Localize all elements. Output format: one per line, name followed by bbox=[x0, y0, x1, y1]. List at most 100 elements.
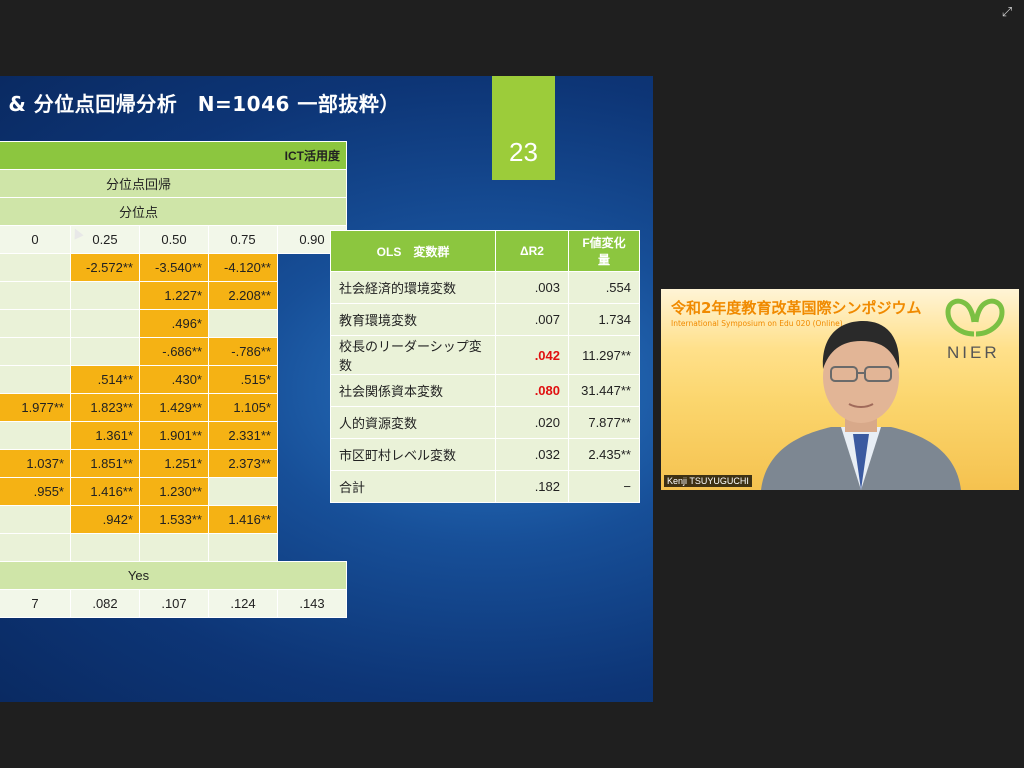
r2-cell: .107 bbox=[139, 589, 209, 618]
table-cell bbox=[70, 309, 140, 338]
table-row: 840**1.977**1.823**1.429**1.105* bbox=[0, 393, 347, 422]
ols-variable-label: 社会関係資本変数 bbox=[330, 374, 496, 407]
table-cell bbox=[70, 337, 140, 366]
table-row: 教育環境変数 .007 1.734 bbox=[330, 303, 640, 336]
table-cell: 2.373** bbox=[208, 449, 278, 478]
page-number: 23 bbox=[492, 76, 555, 180]
table-cell bbox=[0, 281, 71, 310]
ols-variable-label: 社会経済的環境変数 bbox=[330, 271, 496, 304]
table-cell: 1.901** bbox=[139, 421, 209, 450]
shared-slide: S & 分位点回帰分析 N=1046 一部抜粋） 23 ICT活用度 分位点回帰… bbox=[0, 76, 653, 702]
ols-f-value: 31.447** bbox=[568, 374, 640, 407]
ols-f-value: 11.297** bbox=[568, 335, 640, 375]
r2-cell: .124 bbox=[208, 589, 278, 618]
table-row: 合計 .182− bbox=[330, 470, 640, 503]
ols-dr2-value: .042 bbox=[495, 335, 569, 375]
table-cell: 1.977** bbox=[0, 393, 71, 422]
ols-f-value: − bbox=[568, 470, 640, 503]
ols-dr2-value: .182 bbox=[495, 470, 569, 503]
r2-cell: .143 bbox=[277, 589, 347, 618]
participant-name: Kenji TSUYUGUCHI bbox=[664, 475, 752, 487]
table-cell: 1.533** bbox=[139, 505, 209, 534]
quantile-regression-table: ICT活用度 分位点回帰 分位点 0 0.25 0.50 0.75 0.90 -… bbox=[0, 141, 347, 618]
table-cell bbox=[70, 533, 140, 562]
table-cell: .430* bbox=[139, 365, 209, 394]
r2-cell: 7 bbox=[0, 589, 71, 618]
table-cell: 1.429** bbox=[139, 393, 209, 422]
ols-dr2-value: .020 bbox=[495, 406, 569, 439]
ols-f-value: 2.435** bbox=[568, 438, 640, 471]
table-cell: -.786** bbox=[208, 337, 278, 366]
table-row: 社会経済的環境変数 .003.554 bbox=[330, 271, 640, 304]
table-cell: 1.251* bbox=[139, 449, 209, 478]
table-cell: .955* bbox=[0, 477, 71, 506]
table-cell: .496* bbox=[139, 309, 209, 338]
table-cell bbox=[0, 421, 71, 450]
expand-icon[interactable]: ⤢ bbox=[998, 4, 1016, 22]
table-cell: 1.230** bbox=[139, 477, 209, 506]
table-cell bbox=[208, 477, 278, 506]
ols-f-value: 7.877** bbox=[568, 406, 640, 439]
participant-video[interactable]: 令和2年度教育改革国際シンポジウム International Symposiu… bbox=[661, 289, 1019, 490]
ols-dr2-value: .007 bbox=[495, 303, 569, 336]
table-row: 1.037* 1.851** 1.251* 2.373** bbox=[0, 449, 347, 478]
table-cell: 1.851** bbox=[70, 449, 140, 478]
table-cell: -.686** bbox=[139, 337, 209, 366]
table-yes-row: Yes bbox=[0, 561, 347, 590]
ols-table: OLS 変数群 ΔR2 F値変化量 社会経済的環境変数 .003.554 教育環境変… bbox=[330, 230, 640, 503]
table-cell: .514** bbox=[70, 365, 140, 394]
table-cell: 1.416** bbox=[70, 477, 140, 506]
slide-title: S & 分位点回帰分析 N=1046 一部抜粋） bbox=[0, 92, 400, 116]
table-cell: .515* bbox=[208, 365, 278, 394]
ols-dr2-value: .032 bbox=[495, 438, 569, 471]
table-cell: 2.208** bbox=[208, 281, 278, 310]
table-cell bbox=[208, 309, 278, 338]
ols-header-group: OLS 変数群 bbox=[330, 230, 496, 272]
ols-header-f: F値変化量 bbox=[568, 230, 640, 272]
table-cell: -4.120** bbox=[208, 253, 278, 282]
table-row: .942* 1.533** 1.416** bbox=[0, 505, 347, 534]
table-header-qr: 分位点回帰 bbox=[0, 169, 347, 198]
table-cell bbox=[0, 365, 71, 394]
table-cell: 1.416** bbox=[208, 505, 278, 534]
ols-variable-label: 教育環境変数 bbox=[330, 303, 496, 336]
r2-cell: .082 bbox=[70, 589, 140, 618]
ols-dr2-value: .003 bbox=[495, 271, 569, 304]
ols-dr2-value: .080 bbox=[495, 374, 569, 407]
ols-f-value: .554 bbox=[568, 271, 640, 304]
table-cell bbox=[0, 337, 71, 366]
table-cell bbox=[70, 281, 140, 310]
ols-variable-label: 人的資源変数 bbox=[330, 406, 496, 439]
table-cell bbox=[0, 505, 71, 534]
table-cell: 1.823** bbox=[70, 393, 140, 422]
quantile-header: 0 bbox=[0, 225, 71, 254]
table-row: -.686** -.786** bbox=[0, 337, 347, 366]
table-row: 24**.955*1.416**1.230** bbox=[0, 477, 347, 506]
participant-avatar bbox=[761, 321, 961, 490]
table-cell: 1.361* bbox=[70, 421, 140, 450]
table-row: .496* bbox=[0, 309, 347, 338]
table-row: 508**.514**.430*.515* bbox=[0, 365, 347, 394]
table-cell bbox=[0, 309, 71, 338]
table-cell: 1.105* bbox=[208, 393, 278, 422]
ols-f-value: 1.734 bbox=[568, 303, 640, 336]
table-row: 校長のリーダーシップ変数 .042 11.297** bbox=[330, 335, 640, 375]
table-cell bbox=[139, 533, 209, 562]
table-cell bbox=[208, 533, 278, 562]
table-row: 773** bbox=[0, 533, 347, 562]
table-cell: 1.037* bbox=[0, 449, 71, 478]
table-cell: .942* bbox=[70, 505, 140, 534]
table-header-ict: ICT活用度 bbox=[0, 141, 347, 170]
quantile-header: 0.50 bbox=[139, 225, 209, 254]
ols-variable-label: 市区町村レベル変数 bbox=[330, 438, 496, 471]
table-cell: -2.572** bbox=[70, 253, 140, 282]
ols-variable-label: 校長のリーダーシップ変数 bbox=[330, 335, 496, 375]
table-row: 市区町村レベル変数 .032 2.435** bbox=[330, 438, 640, 471]
ols-header-dr2: ΔR2 bbox=[495, 230, 569, 272]
table-cell: 2.331** bbox=[208, 421, 278, 450]
table-row: 人的資源変数 .020 7.877** bbox=[330, 406, 640, 439]
table-cell bbox=[0, 253, 71, 282]
table-cell bbox=[0, 533, 71, 562]
table-cell: -3.540** bbox=[139, 253, 209, 282]
quantile-header: 0.75 bbox=[208, 225, 278, 254]
